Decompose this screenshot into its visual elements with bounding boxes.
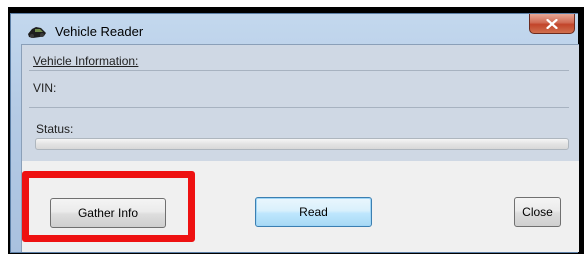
- car-icon: [28, 27, 46, 38]
- close-icon: [546, 18, 558, 29]
- close-button[interactable]: Close: [514, 197, 561, 227]
- vin-divider: [29, 107, 569, 108]
- window-title: Vehicle Reader: [55, 24, 144, 39]
- title-bar[interactable]: Vehicle Reader: [11, 14, 578, 44]
- gather-info-highlight-box: [22, 171, 195, 242]
- section-divider: [29, 70, 569, 71]
- read-button[interactable]: Read: [255, 197, 372, 227]
- status-progress-bar: [35, 138, 569, 150]
- vehicle-info-panel: Vehicle Information: VIN: Status:: [22, 45, 579, 161]
- status-label: Status:: [36, 122, 74, 136]
- window-close-button[interactable]: [529, 14, 575, 34]
- vehicle-information-heading: Vehicle Information:: [33, 54, 139, 68]
- vin-label: VIN:: [33, 81, 57, 95]
